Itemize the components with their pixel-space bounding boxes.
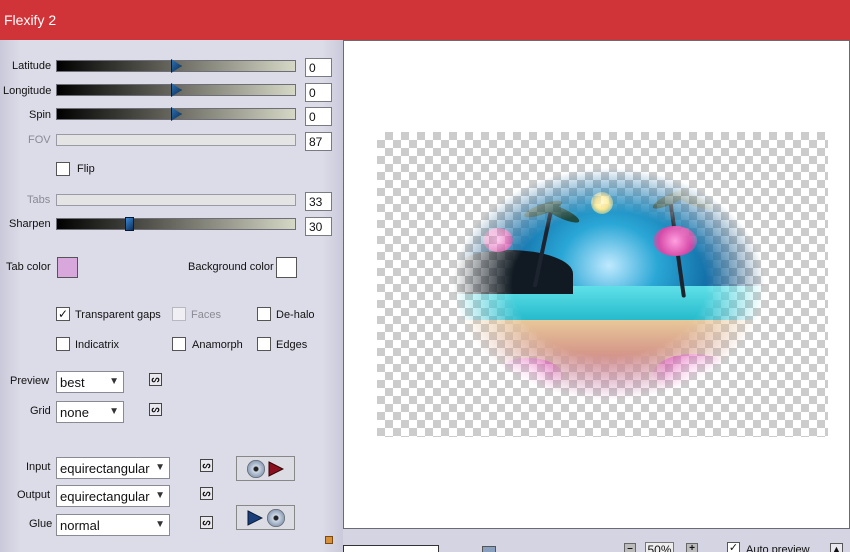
grid-link-icon[interactable]: ᔕ [149, 403, 162, 416]
sharpen-label: Sharpen [9, 218, 51, 230]
chevron-down-icon: ▼ [109, 406, 119, 417]
input-link-icon[interactable]: ᔕ [200, 459, 213, 472]
edges-label: Edges [276, 339, 308, 351]
bottom-toolbar: – 50% + ✓ Auto preview ▲ [325, 529, 850, 552]
glue-select[interactable]: normal ▼ [56, 514, 170, 536]
input-label: Input [26, 461, 51, 473]
preview-flowers [493, 358, 563, 394]
preview-pane[interactable] [343, 40, 850, 529]
transparent-gaps-checkbox[interactable]: ✓ [56, 307, 70, 321]
spin-value-field[interactable]: 0 [305, 107, 332, 126]
indicatrix-checkbox[interactable] [56, 337, 70, 351]
transparent-gaps-label: Transparent gaps [75, 309, 161, 321]
sharpen-slider-thumb[interactable] [125, 217, 134, 231]
output-link-icon[interactable]: ᔕ [200, 487, 213, 500]
longitude-slider[interactable] [56, 83, 296, 97]
spin-slider[interactable] [56, 107, 296, 121]
tabs-slider [56, 194, 296, 206]
flip-label: Flip [77, 163, 95, 175]
settings-panel: Latitude 0 Longitude 0 Spin 0 FOV 87 Fli… [0, 40, 343, 552]
latitude-label: Latitude [12, 60, 52, 72]
background-color-label: Background color [188, 261, 274, 273]
spin-label: Spin [29, 109, 52, 121]
orange-square-icon [325, 536, 333, 544]
chevron-down-icon: ▼ [153, 462, 165, 473]
chevron-down-icon: ▼ [153, 490, 165, 501]
de-halo-checkbox[interactable] [257, 307, 271, 321]
chevron-down-icon: ▼ [109, 376, 119, 387]
window-title: Flexify 2 [4, 12, 57, 28]
input-projection-value: equirectangular [60, 461, 150, 476]
preview-select[interactable]: best ▼ [56, 371, 124, 393]
anamorph-label: Anamorph [192, 339, 243, 351]
grid-label: Grid [30, 405, 51, 417]
preview-image [453, 168, 765, 400]
edges-checkbox[interactable] [257, 337, 271, 351]
input-projection-select[interactable]: equirectangular ▼ [56, 457, 170, 479]
spin-slider-thumb[interactable] [171, 107, 182, 121]
fov-value-field: 87 [305, 132, 332, 151]
preview-moon [591, 192, 613, 214]
preview-label: Preview [10, 375, 50, 387]
load-input-button[interactable] [236, 456, 295, 481]
sharpen-slider[interactable] [56, 217, 296, 231]
reset-icon[interactable] [482, 546, 496, 552]
latitude-slider-thumb[interactable] [171, 59, 182, 73]
sharpen-value-field[interactable]: 30 [305, 217, 332, 236]
preview-select-value: best [60, 375, 85, 390]
faces-checkbox [172, 307, 186, 321]
longitude-slider-thumb[interactable] [171, 83, 182, 97]
preview-flowers [653, 354, 733, 394]
tab-color-label: Tab color [6, 261, 51, 273]
play-right-icon [268, 461, 284, 477]
preview-hill [453, 250, 573, 294]
anamorph-checkbox[interactable] [172, 337, 186, 351]
output-label: Output [17, 489, 51, 501]
glue-link-icon[interactable]: ᔕ [200, 516, 213, 529]
auto-preview-checkbox[interactable]: ✓ [727, 542, 740, 552]
de-halo-label: De-halo [276, 309, 315, 321]
zoom-level: 50% [645, 542, 674, 552]
grid-select[interactable]: none ▼ [56, 401, 124, 423]
tabs-value-field: 33 [305, 192, 332, 211]
background-color-swatch[interactable] [276, 257, 297, 278]
preview-flowers [483, 228, 513, 252]
play-right-icon [247, 510, 263, 526]
disk-icon [247, 460, 265, 478]
preview-flowers [653, 226, 697, 256]
glue-label: Glue [29, 518, 53, 530]
save-output-button[interactable] [236, 505, 295, 530]
up-arrow-icon[interactable]: ▲ [830, 543, 843, 552]
zoom-in-button[interactable]: + [686, 543, 698, 552]
zoom-out-button[interactable]: – [624, 543, 636, 552]
fov-label: FOV [28, 134, 51, 146]
title-bar: Flexify 2 [0, 0, 850, 40]
auto-preview-label: Auto preview [746, 544, 810, 552]
longitude-label: Longitude [3, 85, 52, 97]
chevron-down-icon: ▼ [155, 519, 165, 530]
output-projection-value: equirectangular [60, 489, 150, 504]
disk-icon [267, 509, 285, 527]
latitude-slider[interactable] [56, 59, 296, 73]
latitude-value-field[interactable]: 0 [305, 58, 332, 77]
grid-select-value: none [60, 405, 89, 420]
palm-frond [674, 189, 716, 213]
output-projection-select[interactable]: equirectangular ▼ [56, 485, 170, 507]
status-field [343, 545, 439, 552]
transparency-checkerboard [377, 132, 828, 437]
tab-color-swatch[interactable] [57, 257, 78, 278]
indicatrix-label: Indicatrix [75, 339, 120, 351]
longitude-value-field[interactable]: 0 [305, 83, 332, 102]
glue-select-value: normal [60, 518, 100, 533]
preview-link-icon[interactable]: ᔕ [149, 373, 162, 386]
faces-label: Faces [191, 309, 221, 321]
tabs-label: Tabs [27, 194, 51, 206]
fov-slider [56, 134, 296, 146]
flip-checkbox[interactable] [56, 162, 70, 176]
